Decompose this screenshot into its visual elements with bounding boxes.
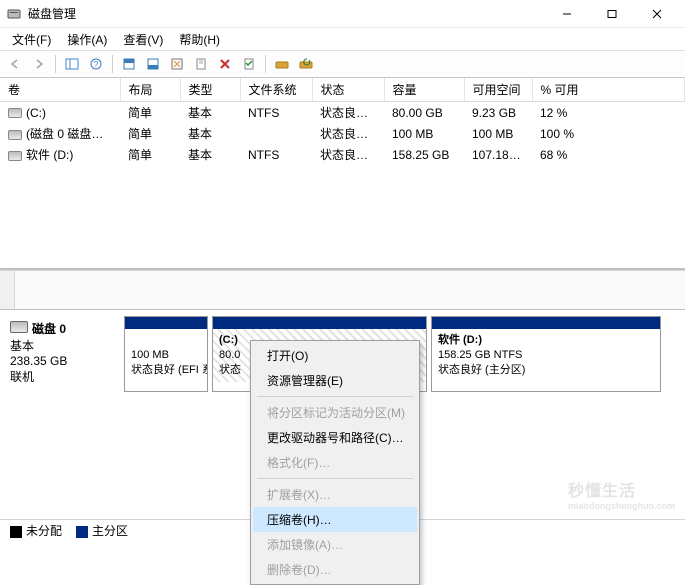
view-top-icon[interactable] [118, 53, 140, 75]
properties-icon[interactable] [190, 53, 212, 75]
ctx-format: 格式化(F)… [253, 450, 417, 475]
toolbar-separator [55, 55, 56, 73]
legend-unallocated: 未分配 [10, 522, 62, 539]
legend-primary: 主分区 [76, 522, 128, 539]
watermark: 秒懂生活 miaodongshenghuo.com [568, 477, 675, 511]
toolbar-separator [112, 55, 113, 73]
svg-text:?: ? [94, 60, 99, 69]
disk-name: 磁盘 0 [32, 322, 66, 336]
col-free[interactable]: 可用空间 [464, 78, 532, 102]
volume-icon [8, 108, 22, 118]
volume-icon [8, 151, 22, 161]
ctx-mirror: 添加镜像(A)… [253, 532, 417, 557]
table-row[interactable]: (磁盘 0 磁盘分区 1)简单基本状态良好 (…100 MB100 MB100 … [0, 123, 685, 144]
col-volume[interactable]: 卷 [0, 78, 120, 102]
column-header-row: 卷 布局 类型 文件系统 状态 容量 可用空间 % 可用 [0, 78, 685, 102]
window-title: 磁盘管理 [28, 5, 76, 22]
col-filesystem[interactable]: 文件系统 [240, 78, 312, 102]
settings-icon[interactable] [166, 53, 188, 75]
panel-toggle-icon[interactable] [61, 53, 83, 75]
titlebar: 磁盘管理 [0, 0, 685, 28]
delete-icon[interactable] [214, 53, 236, 75]
back-button[interactable] [4, 53, 26, 75]
ctx-shrink[interactable]: 压缩卷(H)… [253, 507, 417, 532]
ctx-mark-active: 将分区标记为活动分区(M) [253, 400, 417, 425]
checklist-icon[interactable] [238, 53, 260, 75]
splitter-gap[interactable] [0, 270, 685, 310]
volume-table: 卷 布局 类型 文件系统 状态 容量 可用空间 % 可用 (C:)简单基本NTF… [0, 78, 685, 165]
disk-size: 238.35 GB [10, 354, 116, 368]
col-capacity[interactable]: 容量 [384, 78, 464, 102]
ctx-explorer[interactable]: 资源管理器(E) [253, 368, 417, 393]
disk-icon [10, 321, 28, 333]
help-icon[interactable]: ? [85, 53, 107, 75]
minimize-button[interactable] [544, 0, 589, 28]
menu-file[interactable]: 文件(F) [4, 29, 59, 50]
menubar: 文件(F) 操作(A) 查看(V) 帮助(H) [0, 28, 685, 50]
close-button[interactable] [634, 0, 679, 28]
view-bottom-icon[interactable] [142, 53, 164, 75]
menu-action[interactable]: 操作(A) [59, 29, 115, 50]
toolbar: ? [0, 50, 685, 78]
disk-status: 联机 [10, 368, 116, 385]
col-layout[interactable]: 布局 [120, 78, 180, 102]
partition[interactable]: 软件 (D:)158.25 GB NTFS状态良好 (主分区) [431, 316, 661, 392]
col-type[interactable]: 类型 [180, 78, 240, 102]
menu-help[interactable]: 帮助(H) [171, 29, 228, 50]
col-status[interactable]: 状态 [312, 78, 384, 102]
menu-view[interactable]: 查看(V) [115, 29, 171, 50]
ctx-separator [257, 396, 413, 397]
app-icon [6, 6, 22, 22]
volume-icon [8, 130, 22, 140]
ctx-open[interactable]: 打开(O) [253, 343, 417, 368]
ctx-delete: 删除卷(D)… [253, 557, 417, 582]
swatch-blue-icon [76, 526, 88, 538]
table-row[interactable]: (C:)简单基本NTFS状态良好 (…80.00 GB9.23 GB12 % [0, 102, 685, 124]
toolbar-separator [265, 55, 266, 73]
volume-table-wrap: 卷 布局 类型 文件系统 状态 容量 可用空间 % 可用 (C:)简单基本NTF… [0, 78, 685, 270]
swatch-black-icon [10, 526, 22, 538]
partition[interactable]: 100 MB状态良好 (EFI 系 [124, 316, 208, 392]
ctx-separator [257, 478, 413, 479]
refresh-disk-icon[interactable] [295, 53, 317, 75]
col-pct[interactable]: % 可用 [532, 78, 685, 102]
context-menu: 打开(O) 资源管理器(E) 将分区标记为活动分区(M) 更改驱动器号和路径(C… [250, 340, 420, 585]
disk-type: 基本 [10, 337, 116, 354]
maximize-button[interactable] [589, 0, 634, 28]
disk-meta: 磁盘 0 基本 238.35 GB 联机 [8, 316, 118, 392]
disk-icon[interactable] [271, 53, 293, 75]
table-row[interactable]: 软件 (D:)简单基本NTFS状态良好 (…158.25 GB107.18 …6… [0, 144, 685, 165]
ctx-extend: 扩展卷(X)… [253, 482, 417, 507]
ctx-change-drive[interactable]: 更改驱动器号和路径(C)… [253, 425, 417, 450]
forward-button[interactable] [28, 53, 50, 75]
